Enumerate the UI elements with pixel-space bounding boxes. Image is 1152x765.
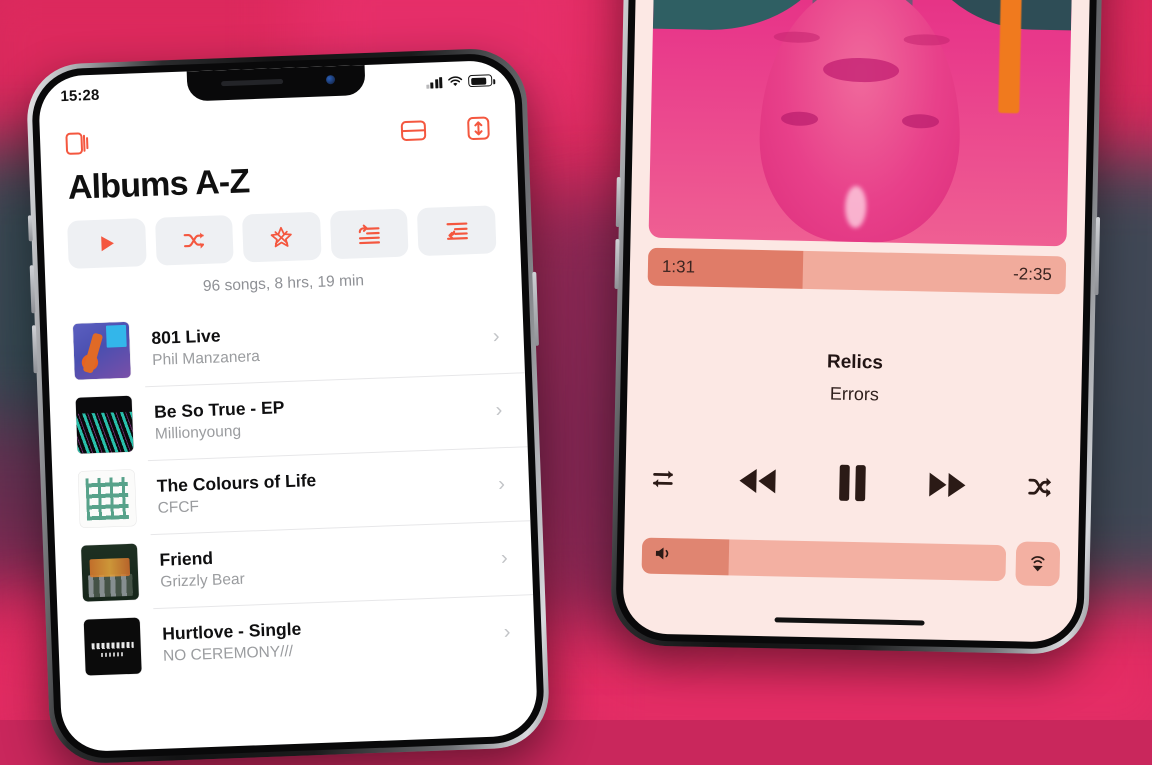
pause-icon: [839, 464, 866, 502]
play-last-icon: [446, 222, 468, 240]
phone-device-left: 15:28 Albums A-Z 96 songs, 8 hrs, 19 min…: [25, 47, 551, 765]
split-view-icon: [400, 120, 427, 141]
wifi-icon: [448, 76, 463, 87]
album-text: Be So True - EP Millionyoung: [154, 390, 489, 444]
phone-screen-right: 1:31 -2:35 Relics Errors: [622, 0, 1092, 643]
chevron-right-icon: ›: [495, 399, 503, 422]
library-content: Albums A-Z 96 songs, 8 hrs, 19 min 801 L…: [41, 153, 538, 752]
track-info: Relics Errors: [645, 348, 1064, 410]
artwork-shape: [773, 31, 821, 43]
nav-right-actions: [400, 114, 493, 149]
repeat-button[interactable]: [649, 464, 680, 495]
phone-screen-left: 15:28 Albums A-Z 96 songs, 8 hrs, 19 min…: [37, 59, 539, 753]
star-shuffle-icon: [271, 226, 293, 248]
album-list[interactable]: 801 Live Phil Manzanera › Be So True - EP Mi…: [47, 299, 536, 686]
library-stack-icon: [65, 132, 89, 155]
split-view-button[interactable]: [400, 117, 428, 150]
airplay-button[interactable]: [1015, 541, 1061, 587]
album-text: The Colours of Life CFCF: [156, 464, 491, 518]
artwork-shape: [998, 0, 1024, 114]
sort-button[interactable]: [464, 114, 492, 147]
chevron-right-icon: ›: [492, 325, 501, 348]
volume-slider[interactable]: [641, 537, 1007, 582]
album-text: 801 Live Phil Manzanera: [151, 316, 486, 370]
shuffle-button[interactable]: [1025, 472, 1056, 503]
genius-shuffle-button[interactable]: [242, 212, 322, 263]
play-next-button[interactable]: [329, 208, 409, 260]
remaining-time: -2:35: [1012, 264, 1053, 285]
repeat-icon: [653, 470, 673, 488]
front-camera-icon: [325, 75, 336, 85]
shuffle-icon: [1028, 477, 1052, 498]
elapsed-time: 1:31: [661, 256, 696, 277]
chevron-right-icon: ›: [497, 473, 506, 496]
play-next-icon: [358, 224, 381, 245]
phone-device-right: 1:31 -2:35 Relics Errors: [610, 0, 1104, 655]
volume-row: [641, 534, 1061, 587]
play-button[interactable]: [67, 218, 147, 270]
earpiece-speaker-icon: [221, 78, 284, 87]
album-artwork-thumbnail: [80, 544, 140, 603]
album-artwork-thumbnail: [78, 470, 137, 529]
fast-forward-icon: [929, 472, 966, 497]
album-artwork-thumbnail: [75, 396, 134, 455]
status-time: 15:28: [60, 86, 100, 105]
sort-resize-icon: [467, 116, 490, 141]
playback-progress-bar[interactable]: 1:31 -2:35: [647, 247, 1067, 295]
play-icon: [100, 236, 114, 252]
shuffle-button[interactable]: [154, 215, 234, 267]
cellular-bars-icon: [425, 76, 443, 89]
play-last-button[interactable]: [417, 205, 497, 257]
library-button[interactable]: [64, 127, 95, 163]
rewind-icon: [739, 468, 776, 494]
chevron-right-icon: ›: [503, 621, 511, 644]
status-indicators: [425, 74, 493, 89]
track-artist: Errors: [829, 383, 880, 405]
speaker-icon: [654, 545, 674, 566]
rewind-button[interactable]: [734, 463, 781, 498]
album-artwork-thumbnail: [72, 322, 131, 381]
album-text: Friend Grizzly Bear: [159, 538, 494, 592]
transport-controls: [643, 459, 1062, 508]
album-artwork[interactable]: [648, 0, 1074, 247]
fast-forward-button[interactable]: [924, 467, 971, 502]
artwork-shape: [916, 0, 1074, 31]
airplay-icon: [1031, 556, 1045, 572]
pause-button[interactable]: [835, 463, 870, 504]
home-indicator[interactable]: [774, 617, 925, 626]
battery-icon: [467, 74, 493, 88]
chevron-right-icon: ›: [500, 547, 509, 570]
now-playing-screen: 1:31 -2:35 Relics Errors: [622, 0, 1091, 643]
album-artwork-thumbnail: [83, 617, 142, 676]
album-text: Hurtlove - Single NO CEREMONY///: [162, 612, 497, 666]
library-meta: 96 songs, 8 hrs, 19 min: [202, 272, 365, 296]
shuffle-icon: [184, 232, 205, 249]
track-title: Relics: [826, 351, 884, 374]
